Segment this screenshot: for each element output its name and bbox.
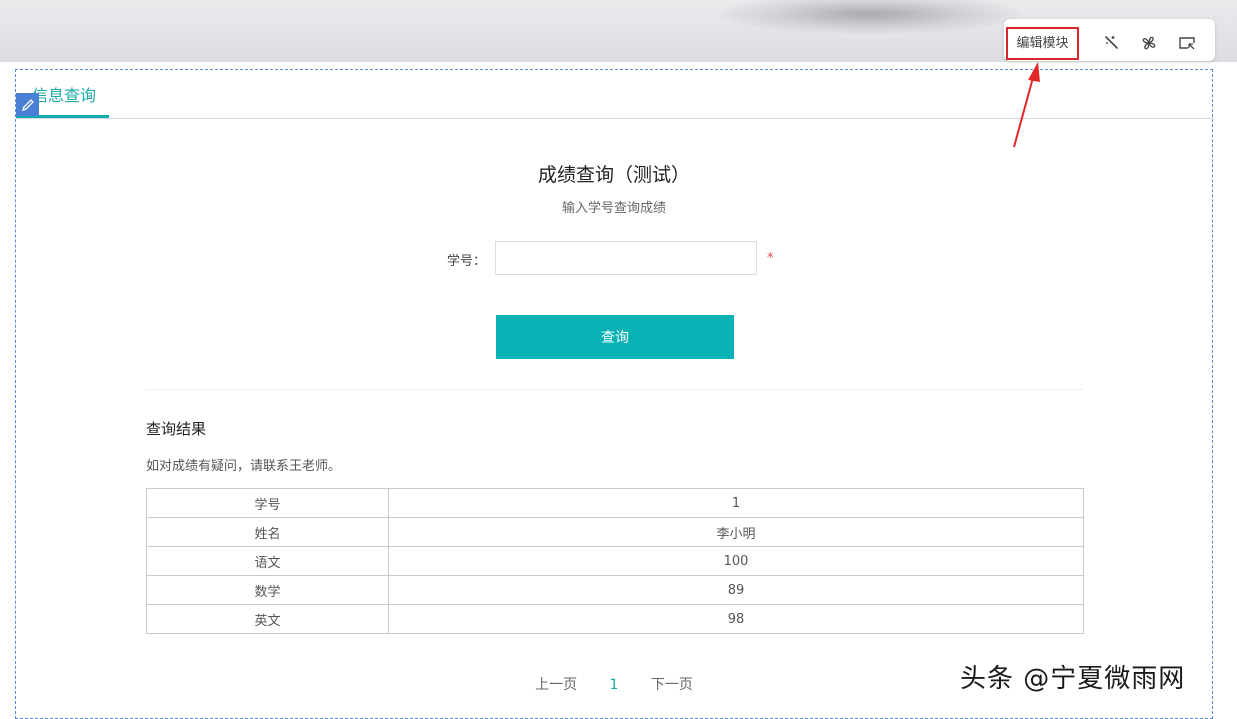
tab-bar: 信息查询 — [16, 70, 1213, 119]
table-cell-key: 数学 — [146, 575, 389, 605]
magic-wand-icon[interactable] — [1102, 33, 1122, 53]
result-table: 学号 1 姓名 李小明 语文 100 数学 89 英文 98 — [146, 488, 1084, 634]
table-row: 语文 100 — [146, 546, 1084, 576]
student-id-label: 学号： — [446, 254, 486, 269]
table-cell-value: 89 — [388, 575, 1084, 605]
tab-info-query[interactable]: 信息查询 — [30, 82, 98, 116]
result-heading: 查询结果 — [146, 420, 207, 438]
required-mark: * — [767, 251, 774, 266]
student-id-input[interactable] — [495, 241, 757, 275]
prev-page-link[interactable]: 上一页 — [535, 677, 577, 693]
current-page-number[interactable]: 1 — [610, 677, 619, 693]
form-subtitle: 输入学号查询成绩 — [561, 201, 666, 216]
edit-module-button[interactable]: 编辑模块 — [1006, 27, 1079, 60]
table-row: 学号 1 — [146, 488, 1084, 518]
screen-cursor-icon[interactable] — [1177, 33, 1197, 53]
table-cell-value: 100 — [388, 546, 1084, 576]
module-toolbar: 编辑模块 — [1004, 19, 1215, 61]
table-cell-key: 学号 — [146, 488, 389, 518]
table-cell-value: 98 — [388, 604, 1084, 634]
table-cell-value: 李小明 — [388, 517, 1084, 547]
table-row: 英文 98 — [146, 604, 1084, 634]
next-page-link[interactable]: 下一页 — [651, 677, 693, 693]
section-divider — [146, 389, 1084, 390]
result-note: 如对成绩有疑问，请联系王老师。 — [146, 459, 342, 474]
query-button[interactable]: 查询 — [496, 315, 734, 359]
table-cell-key: 姓名 — [146, 517, 389, 547]
table-row: 姓名 李小明 — [146, 517, 1084, 547]
pencil-icon[interactable] — [16, 93, 39, 116]
table-row: 数学 89 — [146, 575, 1084, 605]
form-title: 成绩查询（测试） — [537, 164, 690, 186]
pinwheel-icon[interactable] — [1139, 33, 1159, 53]
banner-shadow — [720, 0, 1020, 34]
table-cell-value: 1 — [388, 488, 1084, 518]
watermark-text: 头条 @宁夏微雨网 — [960, 664, 1186, 694]
table-cell-key: 语文 — [146, 546, 389, 576]
table-cell-key: 英文 — [146, 604, 389, 634]
